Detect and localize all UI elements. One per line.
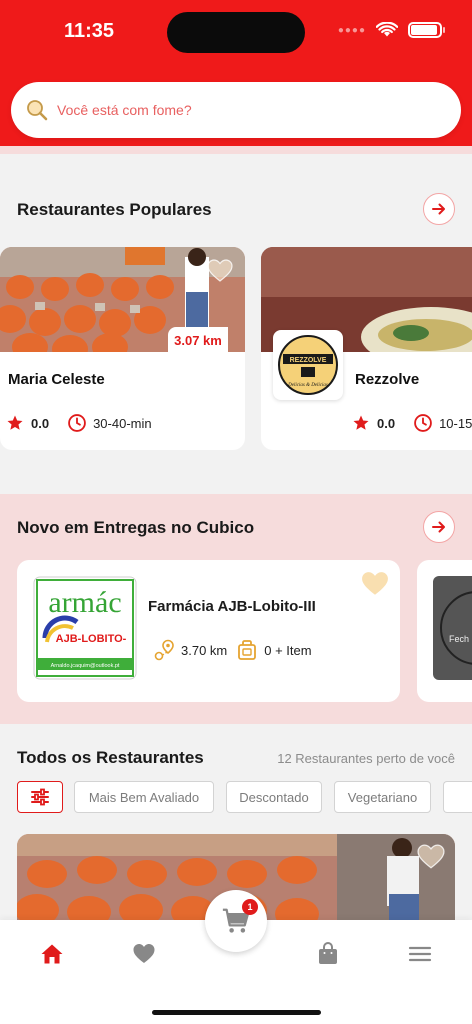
store-card-2[interactable]: Fech [417,560,472,702]
popular-title: Restaurantes Populares [17,200,212,219]
rezzolve-logo: REZZOLVE Delicias & Delicias [278,335,338,395]
cart-count-badge: 1 [242,899,258,915]
rating-value: 0.0 [31,415,50,431]
store-meta: 3.70 km 0 + Item [153,638,312,662]
logo-text-bottom: Delicias & Delicias [287,383,328,388]
novo-title: Novo em Entregas no Cubico [17,518,255,537]
location-icon [154,639,174,661]
rating-value: 0.0 [377,415,396,431]
restaurant-name: Rezzolve [355,371,420,388]
logo-text: Fech [449,634,469,644]
logo-text-mid: AJB-LOBITO- [56,633,127,645]
restaurant-logo: REZZOLVE Delicias & Delicias [273,330,343,400]
distance-badge: 3.07 km [168,327,228,353]
restaurant-name: Maria Celeste [8,371,105,388]
chip-discounted[interactable]: Descontado [226,781,322,813]
star-icon [7,415,23,430]
popular-see-all-button[interactable] [423,193,455,225]
status-time: 11:35 [64,20,115,42]
dynamic-island [167,12,305,53]
heart-icon[interactable] [361,571,389,597]
heart-icon[interactable] [417,844,445,870]
clock-icon [68,414,86,432]
chip-more[interactable] [443,781,472,813]
store-name: Farmácia AJB-Lobito-III [148,598,316,615]
star-icon [353,415,369,430]
header-divider [0,146,472,154]
all-restaurants-title: Todos os Restaurantes [17,748,204,767]
favorites-icon[interactable] [132,942,156,966]
store-card-farmacia[interactable]: armác AJB-LOBITO- Arnaldo.jcaquim@outloo… [17,560,400,702]
logo-text-top: REZZOLVE [290,357,327,364]
chip-top-rated[interactable]: Mais Bem Avaliado [74,781,214,813]
filter-button[interactable] [17,781,63,813]
novo-see-all-button[interactable] [423,511,455,543]
store-logo: Fech [433,576,472,680]
signal-icon: ●●●● [337,24,366,36]
wifi-icon [376,22,398,37]
delivery-time: 10-15 [439,415,472,431]
restaurant-meta: 0.0 30-40-min [6,413,152,433]
orders-bag-icon[interactable] [316,942,340,966]
arrow-right-icon [432,521,445,533]
status-icons: ●●●● [337,22,445,38]
heart-icon[interactable] [207,259,233,283]
delivery-time: 30-40-min [93,415,152,431]
store-distance: 3.70 km [181,642,228,658]
battery-icon [408,22,445,38]
logo-text-top: armác [48,586,121,619]
menu-icon[interactable] [408,942,432,966]
home-indicator [152,1010,321,1015]
chip-vegetarian[interactable]: Vegetariano [334,781,431,813]
search-icon [27,100,48,121]
restaurants-count: 12 Restaurantes perto de você [277,751,455,766]
store-items: 0 + Item [264,642,312,658]
logo-text-bottom: Arnaldo.jcaquim@outlook.pt [51,663,120,669]
restaurant-meta: 0.0 10-15 [352,413,472,433]
store-logo: armác AJB-LOBITO- Arnaldo.jcaquim@outloo… [33,576,137,680]
clock-icon [414,414,432,432]
arrow-right-icon [432,203,445,215]
search-input[interactable] [57,102,417,118]
filter-icon [31,788,49,806]
bag-icon [238,640,257,660]
home-icon[interactable] [40,942,64,966]
search-bar[interactable] [11,82,461,138]
cart-button[interactable] [205,890,267,952]
